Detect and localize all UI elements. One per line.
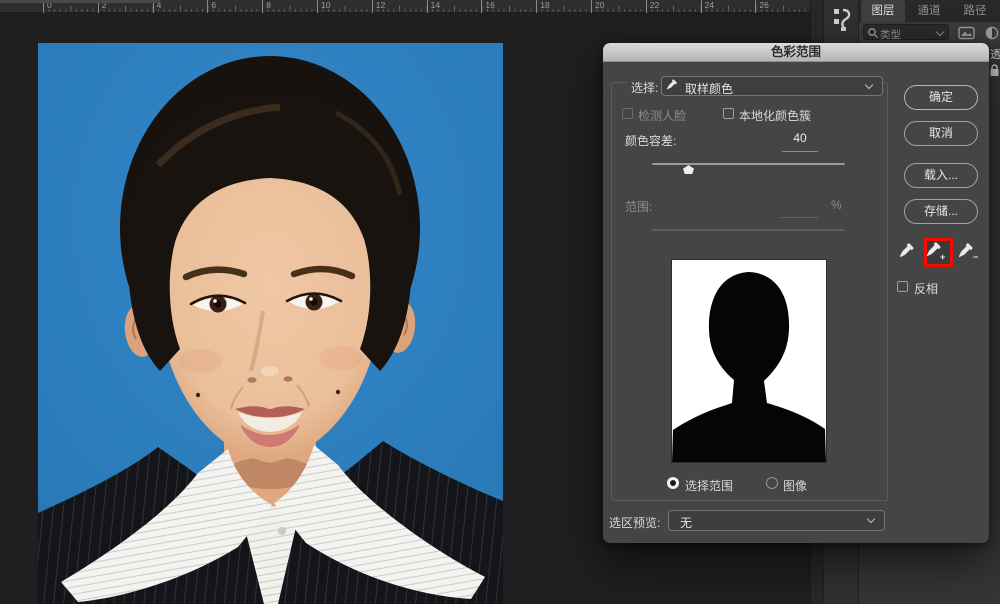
load-button[interactable]: 载入...: [904, 163, 978, 188]
selection-preview-dropdown[interactable]: 无: [668, 510, 885, 531]
fuzziness-value[interactable]: 40: [782, 131, 818, 145]
localized-clusters-checkbox[interactable]: [723, 108, 734, 119]
tab-paths[interactable]: 路径: [953, 0, 997, 22]
ruler-number: 16: [481, 0, 495, 13]
eyedropper-plus-highlight[interactable]: +: [924, 238, 953, 267]
minus-glyph: −: [973, 252, 979, 262]
eyedropper-icon: [896, 242, 915, 261]
invert-label: 反相: [914, 282, 939, 296]
photoshop-workspace: 0 2 4 6 8 10 12 14 16 18 20 22 24 26 图层 通道 路径: [0, 0, 1000, 604]
ruler-number: 10: [317, 0, 330, 13]
detect-faces-checkbox[interactable]: [622, 108, 633, 119]
range-unit: %: [831, 198, 842, 212]
selection-radio-label: 选择范围: [685, 479, 734, 493]
filter-pixel-layers-icon[interactable]: [958, 26, 975, 40]
layer-filter-kind-dropdown[interactable]: 类型: [863, 24, 949, 41]
fuzziness-value-underline: [782, 151, 818, 152]
fuzziness-slider-track[interactable]: [652, 163, 845, 165]
ruler-number: 14: [426, 0, 440, 13]
fuzziness-label: 颜色容差:: [625, 134, 677, 148]
opacity-label-fragment: 透: [990, 49, 1000, 61]
layer-filter-row: 类型: [859, 22, 1000, 44]
range-value-underline: [780, 217, 818, 218]
range-label: 范围:: [625, 200, 653, 214]
eyedropper-icon: [667, 79, 678, 92]
search-icon: [868, 28, 878, 38]
ruler-number: 20: [591, 0, 604, 13]
filter-adjustment-layers-icon[interactable]: [985, 26, 999, 40]
portrait-photo-graphic: [38, 43, 503, 604]
select-label: 选择:: [628, 79, 662, 96]
image-radio[interactable]: [766, 477, 778, 489]
select-dropdown[interactable]: 取样颜色: [661, 76, 883, 96]
tab-channels[interactable]: 通道: [907, 0, 951, 22]
selection-mask-preview[interactable]: [671, 259, 827, 463]
chevron-down-icon: [866, 514, 876, 524]
selection-radio[interactable]: [667, 477, 679, 489]
lock-icon: [990, 64, 999, 76]
cancel-button[interactable]: 取消: [904, 121, 978, 146]
ruler-number: 18: [536, 0, 550, 13]
invert-checkbox[interactable]: [897, 281, 908, 292]
image-radio-label: 图像: [783, 479, 808, 493]
dialog-title[interactable]: 色彩范围: [603, 43, 989, 62]
localized-clusters-label: 本地化颜色簇: [739, 109, 812, 123]
ruler-number: 12: [371, 0, 385, 13]
ruler-number: 22: [645, 0, 659, 13]
ruler-number: 6: [207, 0, 216, 13]
color-range-dialog: 色彩范围 选择: 取样颜色 检测人脸 本地化颜色簇 颜色容差: 40 范围: %: [603, 43, 989, 543]
eyedropper-tool[interactable]: [896, 242, 922, 264]
history-panel-icon[interactable]: [826, 3, 857, 38]
eyedropper-plus-icon: [927, 241, 942, 260]
save-button[interactable]: 存储...: [904, 199, 978, 224]
chevron-down-icon: [864, 80, 874, 90]
ruler-number: 24: [700, 0, 714, 13]
document-tab-edge: [0, 0, 160, 3]
ruler-number: 26: [755, 0, 769, 13]
document-photo[interactable]: [38, 43, 503, 604]
eyedropper-minus-tool[interactable]: −: [955, 242, 981, 264]
detect-faces-label: 检测人脸: [638, 109, 687, 123]
range-slider-track: [652, 229, 845, 231]
plus-glyph: +: [940, 252, 946, 262]
select-dropdown-value: 取样颜色: [685, 82, 734, 96]
ok-button[interactable]: 确定: [904, 85, 978, 110]
selection-preview-label: 选区预览:: [609, 516, 661, 530]
tab-layers[interactable]: 图层: [861, 0, 905, 22]
chevron-down-icon: [935, 27, 945, 37]
selection-preview-value: 无: [680, 516, 693, 530]
panel-tabbar: 图层 通道 路径: [859, 0, 1000, 22]
ruler-number: 8: [262, 0, 271, 13]
layer-filter-kind-label: 类型: [880, 29, 901, 41]
